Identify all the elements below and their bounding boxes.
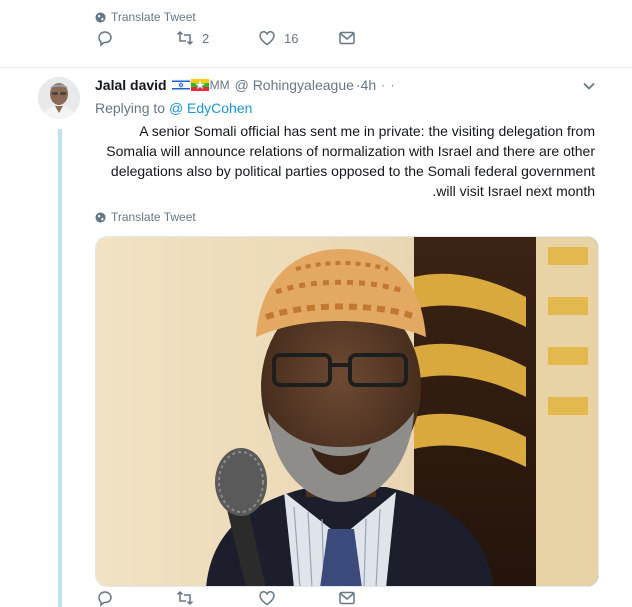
reply-button[interactable] [96, 589, 114, 607]
myanmar-flag-icon [190, 79, 209, 91]
globe-icon [95, 11, 106, 23]
like-icon [259, 591, 275, 606]
translate-label: Translate Tweet [111, 10, 196, 24]
direct-message-button[interactable] [338, 589, 356, 607]
like-button[interactable]: 16 [258, 29, 298, 47]
direct-message-button[interactable] [338, 29, 356, 47]
tweet-photo[interactable] [95, 236, 599, 587]
flags-suffix: MM [209, 78, 230, 92]
message-icon [339, 31, 355, 45]
thread-line [58, 129, 62, 607]
avatar[interactable] [38, 77, 80, 119]
retweet-count: 2 [202, 30, 210, 46]
like-count: 16 [284, 30, 299, 46]
more-dots: · · [381, 78, 396, 92]
photo-image [96, 237, 598, 586]
chevron-down-icon[interactable] [582, 81, 596, 91]
reply-button[interactable] [96, 29, 114, 47]
tweet-timestamp[interactable]: ·4h [356, 77, 376, 93]
author-name[interactable]: Jalal david [95, 77, 167, 93]
previous-tweet: Translate Tweet 2 16 [0, 0, 632, 68]
like-icon [259, 31, 275, 46]
israel-flag-icon [171, 79, 190, 91]
avatar-image [38, 77, 80, 119]
retweet-icon [176, 590, 194, 606]
retweet-icon [176, 30, 194, 46]
reply-icon [98, 31, 112, 47]
message-icon [339, 591, 355, 605]
flag-emojis [171, 79, 209, 91]
retweet-button[interactable]: 2 [176, 29, 209, 47]
translate-tweet-link[interactable]: Translate Tweet [95, 10, 196, 24]
translate-label: Translate Tweet [111, 210, 196, 224]
replying-prefix: Replying to [95, 100, 166, 116]
tweet-header: Jalal david MM @ Rohingyaleague ·4h · · [95, 77, 395, 93]
replying-mention-link[interactable]: @ EdyCohen [169, 100, 252, 116]
globe-icon [95, 211, 106, 223]
tweet[interactable]: Jalal david MM @ Rohingyaleague ·4h · · … [0, 69, 632, 607]
retweet-button[interactable] [176, 589, 194, 607]
replying-to: Replying to @ EdyCohen [95, 100, 252, 116]
reply-icon [98, 591, 112, 607]
tweet-text: A senior Somali official has sent me in … [106, 123, 595, 199]
author-handle[interactable]: @ Rohingyaleague [235, 77, 354, 93]
like-button[interactable] [258, 589, 276, 607]
translate-tweet-link[interactable]: Translate Tweet [95, 210, 196, 224]
